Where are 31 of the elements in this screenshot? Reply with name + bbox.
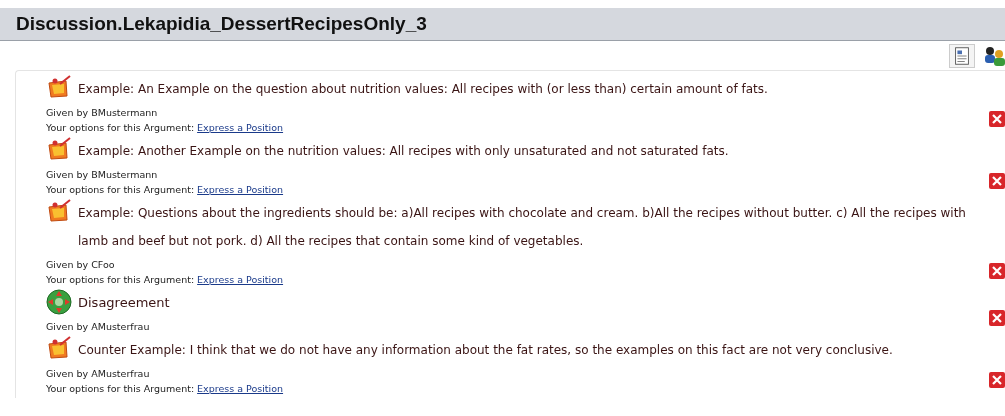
example-icon <box>46 336 72 360</box>
example-icon <box>46 199 72 223</box>
example-icon <box>46 137 72 161</box>
argument-text: Example: An Example on the question about nutrition values: All recipes with (or less than) certain amount of fats. <box>78 81 769 98</box>
delete-icon[interactable] <box>989 372 1005 388</box>
argument-text: Counter Example: I think that we do not have any information about the fat rates, so the examples on this fact are not very conclusive. <box>78 342 894 359</box>
delete-icon[interactable] <box>989 173 1005 189</box>
people-icon[interactable] <box>983 44 1005 68</box>
author-line: Given by BMustermann <box>46 169 158 180</box>
disagreement-icon <box>46 289 72 315</box>
express-position-link[interactable]: Express a Position <box>197 122 284 133</box>
page-title: Discussion.Lekapidia_DessertRecipesOnly_3 <box>16 11 427 36</box>
options-label: Your options for this Argument: <box>46 122 196 133</box>
example-icon <box>46 75 72 99</box>
document-icon[interactable] <box>949 44 975 68</box>
argument-text: Example: Questions about the ingredients should be: a)All recipes with chocolate and cream. b)All the recipes without butter. c) All the recipes with lamb and beef but not pork. d) All the recipes that contain some kind of vegetables. <box>78 205 967 250</box>
author-line: Given by BMustermann <box>46 107 158 118</box>
options-label: Your options for this Argument: <box>46 383 196 394</box>
author-line: Given by AMusterfrau <box>46 321 150 332</box>
delete-icon[interactable] <box>989 111 1005 127</box>
options-label: Your options for this Argument: <box>46 274 196 285</box>
author-line: Given by AMusterfrau <box>46 368 150 379</box>
express-position-link[interactable]: Express a Position <box>197 383 284 394</box>
options-label: Your options for this Argument: <box>46 184 196 195</box>
author-line: Given by CFoo <box>46 259 115 270</box>
delete-icon[interactable] <box>989 263 1005 279</box>
argument-type: Disagreement <box>78 294 171 312</box>
delete-icon[interactable] <box>989 310 1005 326</box>
express-position-link[interactable]: Express a Position <box>197 274 284 285</box>
argument-text: Example: Another Example on the nutrition values: All recipes with only unsaturated and not saturated fats. <box>78 143 730 160</box>
express-position-link[interactable]: Express a Position <box>197 184 284 195</box>
